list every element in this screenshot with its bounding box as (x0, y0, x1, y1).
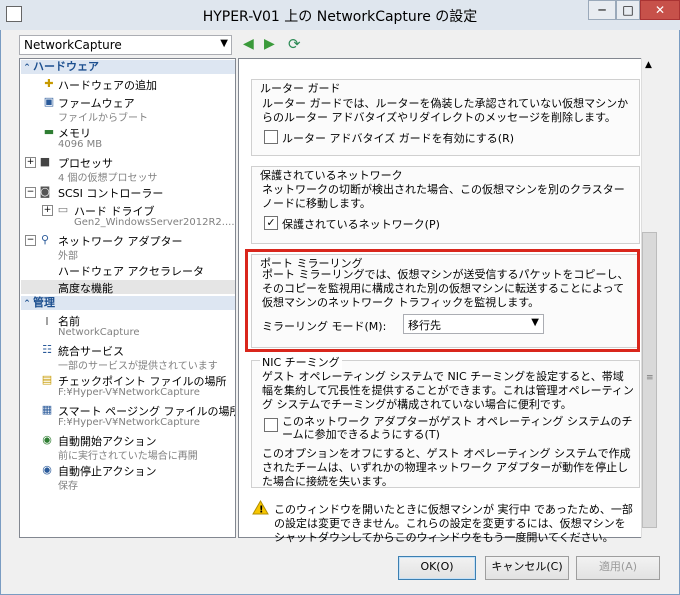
vm-selector[interactable]: NetworkCapture ▼ (19, 35, 232, 55)
network-adapter-sub: 外部 (58, 251, 78, 262)
tree-item-hardware-acceleration[interactable]: ハードウェア アクセラレータ (58, 263, 204, 279)
protected-network-title: 保護されているネットワーク (260, 169, 403, 182)
auto-stop-icon: ◉ (42, 463, 52, 476)
forward-arrow-icon[interactable]: ▶ (264, 36, 275, 52)
checkpoint-folder-icon: ▤ (41, 373, 53, 386)
minimize-button[interactable]: ─ (588, 0, 616, 20)
nic-teaming-checkbox-label[interactable]: このネットワーク アダプターがゲスト オペレーティング システムのチームに参加で… (282, 415, 634, 441)
network-adapter-icon: ⚲ (40, 233, 50, 246)
nic-teaming-title: NIC チーミング (260, 354, 342, 370)
chevron-down-icon: ▼ (220, 38, 228, 49)
maximize-button[interactable]: □ (616, 0, 640, 20)
collapse-icon[interactable]: − (25, 187, 36, 198)
nic-teaming-checkbox[interactable] (264, 418, 278, 432)
processor-sub: 4 個の仮想プロセッサ (58, 173, 158, 184)
paging-sub: F:¥Hyper-V¥NetworkCapture (58, 417, 200, 428)
collapse-chevron-icon[interactable]: ⌃ (21, 297, 33, 311)
expand-icon[interactable]: + (25, 157, 36, 168)
processor-icon: ■ (39, 155, 51, 168)
ok-button[interactable]: OK(O) (398, 556, 476, 580)
tree-item-advanced-features[interactable]: 高度な機能 (58, 280, 113, 296)
auto-start-icon: ◉ (42, 433, 52, 446)
integration-services-icon: ☷ (42, 343, 52, 356)
hard-drive-icon: ▭ (57, 203, 69, 216)
hard-drive-sub: Gen2_WindowsServer2012R2.... (74, 217, 235, 228)
name-icon: Ⅰ (45, 315, 49, 328)
autostop-sub: 保存 (58, 481, 78, 492)
scsi-controller-icon: ◙ (39, 185, 51, 198)
collapse-chevron-icon[interactable]: ⌃ (21, 61, 33, 75)
firmware-icon: ▣ (43, 95, 55, 108)
refresh-icon[interactable]: ⟳ (288, 36, 301, 52)
name-sub: NetworkCapture (58, 327, 140, 338)
checkpoint-sub: F:¥Hyper-V¥NetworkCapture (58, 387, 200, 398)
running-vm-warning: このウィンドウを開いたときに仮想マシンが 実行中 であったため、一部の設定は変更… (274, 503, 633, 544)
section-management[interactable]: ⌃ 管理 (21, 296, 235, 310)
close-button[interactable]: ✕ (640, 0, 680, 20)
router-guard-title: ルーター ガード (260, 82, 341, 95)
tree-item-scsi-controller[interactable]: SCSI コントローラー (58, 185, 163, 201)
scroll-up-icon[interactable]: ▲ (645, 60, 652, 70)
router-guard-description: ルーター ガードでは、ルーターを偽装した承認されていない仮想マシンからのルーター… (262, 97, 629, 124)
tree-item-add-hardware[interactable]: ハードウェアの追加 (58, 77, 157, 93)
integration-sub: 一部のサービスが提供されています (58, 361, 218, 372)
nic-teaming-note: このオプションをオフにすると、ゲスト オペレーティング システムで作成されたチー… (262, 447, 631, 488)
settings-tree: ⌃ ハードウェア ✚ ハードウェアの追加 ▣ ファームウェア ファイルからブート … (19, 58, 236, 538)
warning-icon: ! (252, 499, 269, 516)
nic-teaming-description: ゲスト オペレーティング システムで NIC チーミングを設定すると、帯域幅を集… (262, 370, 634, 411)
vm-selector-value: NetworkCapture (24, 38, 122, 52)
svg-text:!: ! (259, 505, 264, 516)
memory-sub: 4096 MB (58, 139, 103, 150)
protected-network-checkbox[interactable]: ✓ (264, 216, 278, 230)
protected-network-description: ネットワークの切断が検出された場合、この仮想マシンを別のクラスター ノードに移動… (262, 183, 625, 210)
memory-icon: ▬ (43, 125, 55, 138)
expand-icon[interactable]: + (42, 205, 53, 216)
highlight-box (245, 249, 640, 352)
router-guard-checkbox[interactable] (264, 130, 278, 144)
window-title: HYPER-V01 上の NetworkCapture の設定 (202, 9, 478, 25)
section-hardware[interactable]: ⌃ ハードウェア (21, 60, 235, 74)
router-guard-checkbox-label[interactable]: ルーター アドバタイズ ガードを有効にする(R) (282, 130, 514, 146)
back-arrow-icon[interactable]: ◀ (243, 36, 254, 52)
add-hardware-icon: ✚ (44, 77, 54, 90)
selected-row-highlight (21, 280, 235, 294)
scrollbar-thumb[interactable]: ≡ (642, 232, 657, 528)
paging-file-icon: ▦ (41, 403, 53, 416)
firmware-sub: ファイルからブート (58, 113, 148, 124)
protected-network-checkbox-label[interactable]: 保護されているネットワーク(P) (282, 216, 440, 232)
collapse-icon[interactable]: − (25, 235, 36, 246)
cancel-button[interactable]: キャンセル(C) (485, 556, 569, 580)
autostart-sub: 前に実行されていた場合に再開 (58, 451, 198, 462)
apply-button[interactable]: 適用(A) (576, 556, 660, 580)
grip-icon: ≡ (646, 373, 654, 383)
